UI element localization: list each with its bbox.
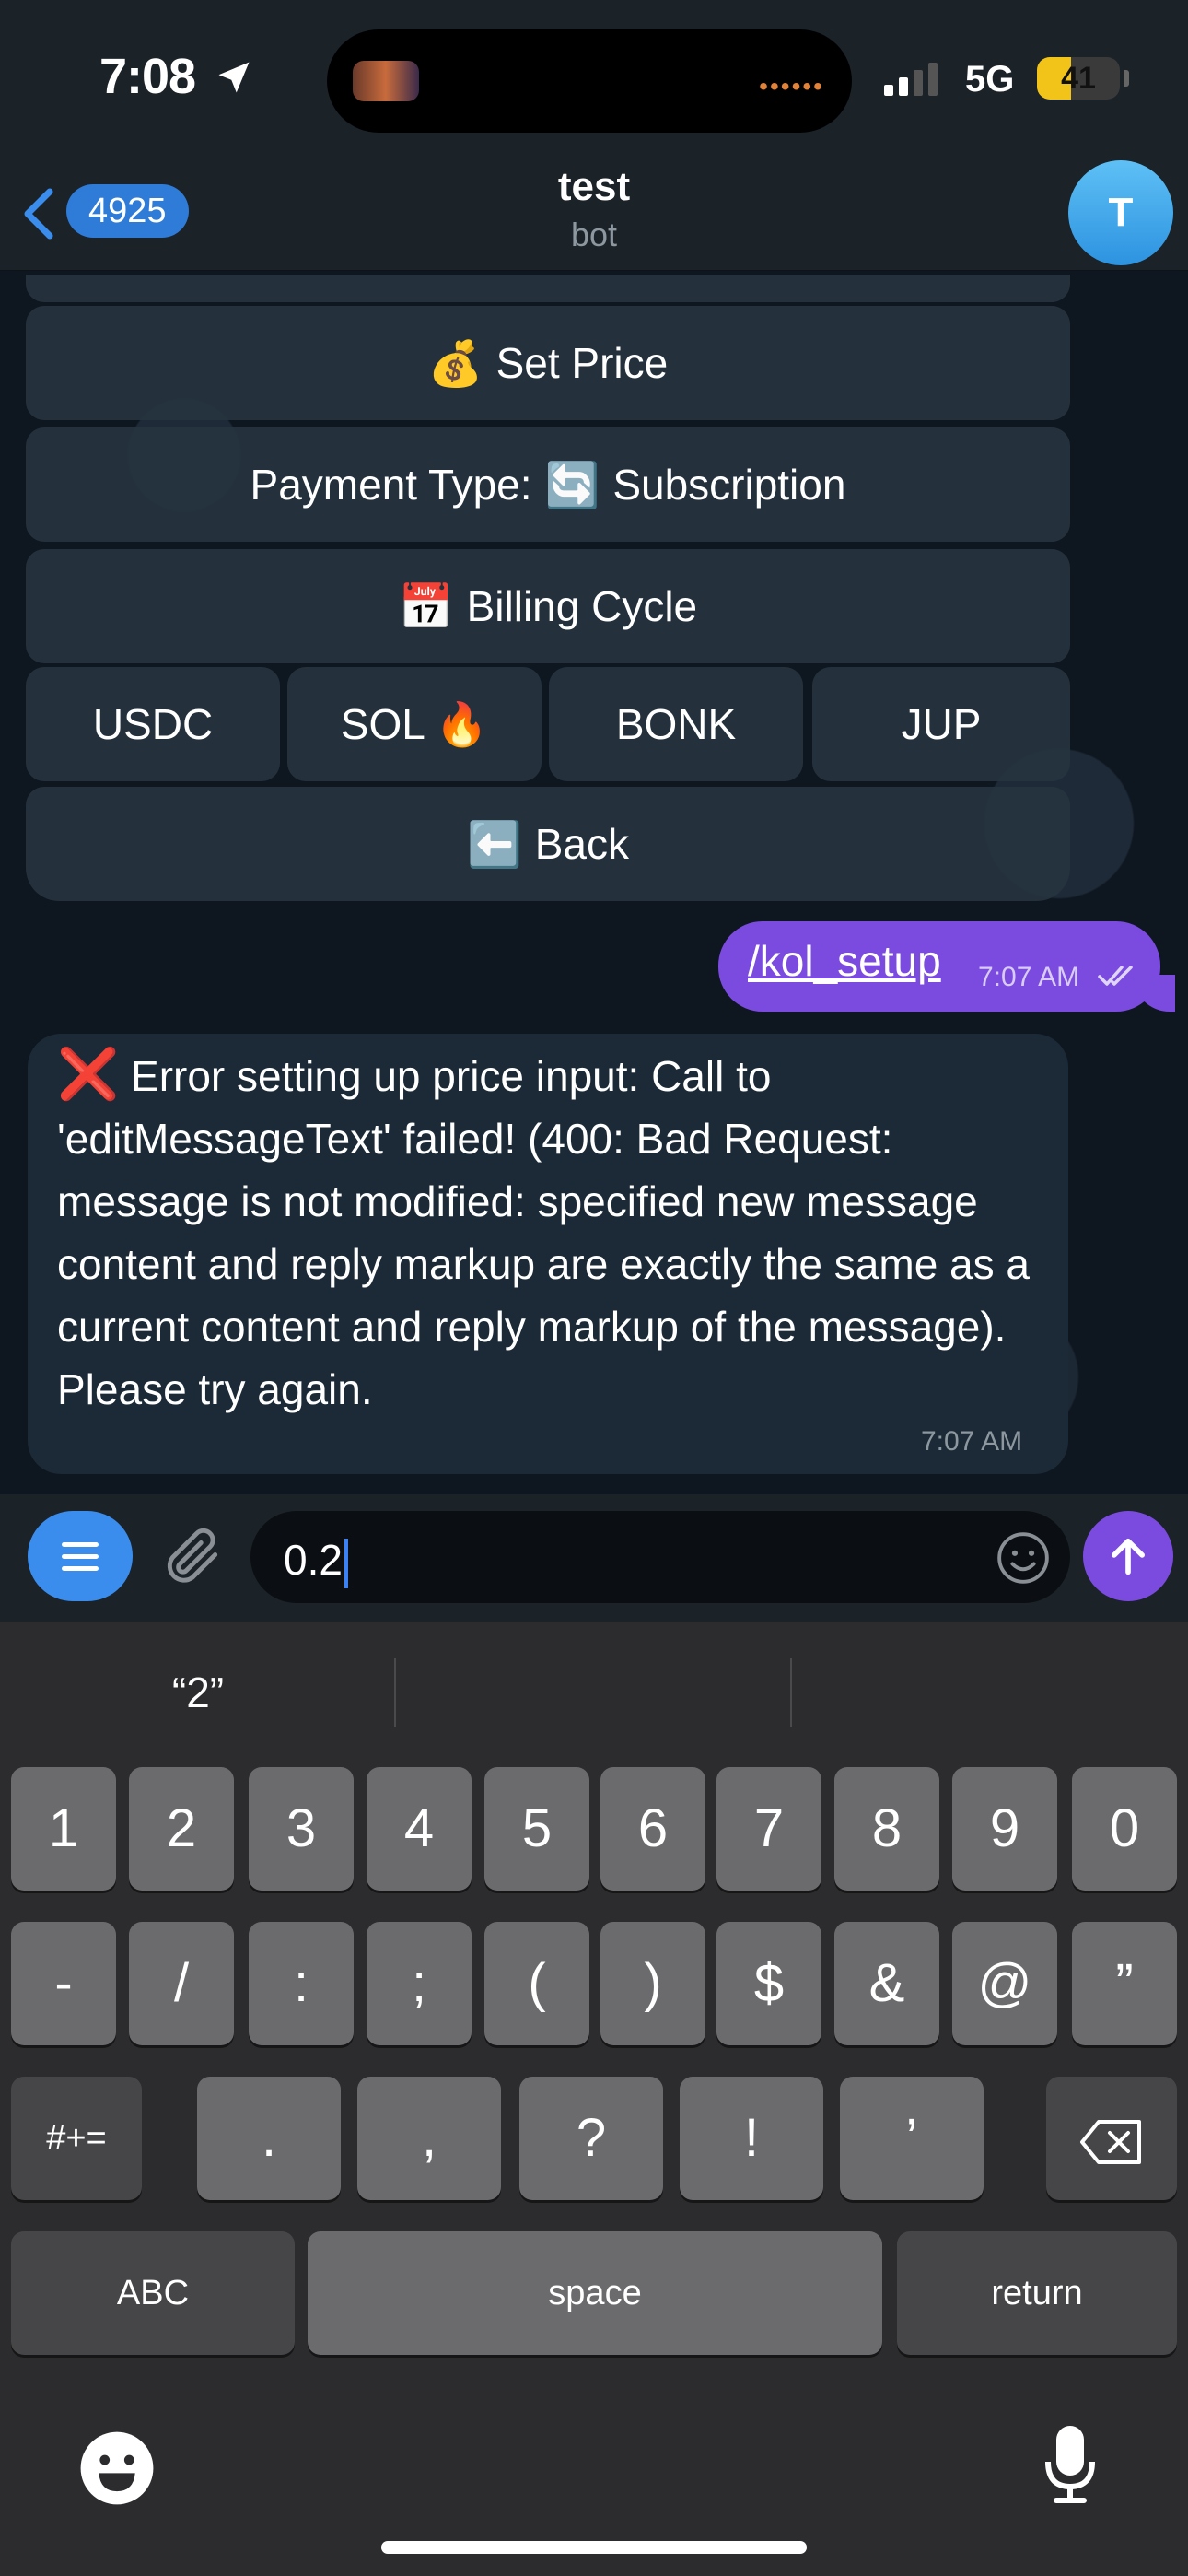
back-button[interactable]: ⬅️ Back bbox=[26, 787, 1070, 901]
payment-type-button[interactable]: Payment Type: 🔄 Subscription bbox=[26, 427, 1070, 542]
key-period[interactable]: . bbox=[197, 2077, 341, 2200]
token-usdc-button[interactable]: USDC bbox=[26, 667, 280, 781]
media-thumbnail bbox=[353, 61, 419, 101]
key-backspace[interactable] bbox=[1046, 2077, 1177, 2200]
emoji-keyboard-icon[interactable] bbox=[77, 2429, 157, 2508]
cellular-signal-icon bbox=[884, 63, 938, 96]
sticker-emoji-icon[interactable] bbox=[995, 1529, 1052, 1587]
key-dollar[interactable]: $ bbox=[716, 1922, 821, 2045]
status-time: 7:08 bbox=[99, 49, 196, 104]
left-arrow-icon: ⬅️ bbox=[466, 820, 522, 870]
battery-cap bbox=[1124, 70, 1129, 87]
token-sol-button[interactable]: SOL 🔥 bbox=[287, 667, 542, 781]
chat-header: 4925 test bot T bbox=[0, 157, 1188, 271]
refresh-icon: 🔄 bbox=[544, 461, 600, 510]
key-return[interactable]: return bbox=[897, 2231, 1177, 2355]
token-bonk-button[interactable]: BONK bbox=[549, 667, 803, 781]
key-question[interactable]: ? bbox=[519, 2077, 663, 2200]
home-indicator[interactable] bbox=[381, 2541, 807, 2554]
key-slash[interactable]: / bbox=[129, 1922, 234, 2045]
key-5[interactable]: 5 bbox=[484, 1767, 589, 1891]
key-close-paren[interactable]: ) bbox=[600, 1922, 705, 2045]
backspace-icon bbox=[1080, 2119, 1141, 2164]
message-time: 7:07 AM bbox=[921, 1426, 1023, 1457]
text-caret bbox=[344, 1538, 348, 1588]
payment-type-label: Payment Type: bbox=[250, 461, 532, 509]
key-hyphen[interactable]: - bbox=[11, 1922, 116, 2045]
paperclip-icon[interactable] bbox=[158, 1522, 227, 1590]
error-message-body: Error setting up price input: Call to 'e… bbox=[57, 1052, 1031, 1413]
chat-title[interactable]: test bbox=[0, 164, 1188, 210]
key-abc[interactable]: ABC bbox=[11, 2231, 295, 2355]
battery-icon: 41 bbox=[1037, 57, 1120, 100]
key-apostrophe[interactable]: ’ bbox=[840, 2077, 984, 2200]
chat-subtitle: bot bbox=[570, 216, 618, 253]
status-bar: 7:08 •••••• 5G 41 bbox=[0, 0, 1188, 157]
suggestion-divider bbox=[394, 1658, 396, 1727]
key-exclamation[interactable]: ! bbox=[680, 2077, 823, 2200]
key-1[interactable]: 1 bbox=[11, 1767, 116, 1891]
token-jup-button[interactable]: JUP bbox=[812, 667, 1070, 781]
inline-button-partial[interactable] bbox=[26, 275, 1070, 302]
key-quote[interactable]: ” bbox=[1072, 1922, 1177, 2045]
message-input[interactable]: 0.2 bbox=[250, 1511, 1070, 1603]
payment-type-value: Subscription bbox=[612, 461, 846, 509]
command-link[interactable]: /kol_setup bbox=[748, 936, 941, 986]
key-symbols-toggle[interactable]: #+= bbox=[11, 2077, 142, 2200]
read-checkmarks-icon bbox=[1098, 966, 1133, 986]
key-at[interactable]: @ bbox=[952, 1922, 1057, 2045]
location-arrow-icon bbox=[218, 62, 250, 93]
set-price-label: Set Price bbox=[495, 339, 669, 387]
key-3[interactable]: 3 bbox=[249, 1767, 354, 1891]
avatar[interactable]: T bbox=[1068, 160, 1173, 265]
key-9[interactable]: 9 bbox=[952, 1767, 1057, 1891]
bot-menu-button[interactable] bbox=[28, 1511, 133, 1601]
key-2[interactable]: 2 bbox=[129, 1767, 234, 1891]
dictation-mic-icon[interactable] bbox=[1042, 2423, 1098, 2506]
key-space[interactable]: space bbox=[308, 2231, 882, 2355]
network-type: 5G bbox=[965, 59, 1015, 100]
dynamic-island[interactable]: •••••• bbox=[327, 29, 852, 133]
error-message-text: ❌ Error setting up price input: Call to … bbox=[57, 1043, 1052, 1421]
billing-cycle-button[interactable]: 📅 Billing Cycle bbox=[26, 549, 1070, 663]
key-ampersand[interactable]: & bbox=[834, 1922, 939, 2045]
key-6[interactable]: 6 bbox=[600, 1767, 705, 1891]
key-semicolon[interactable]: ; bbox=[367, 1922, 472, 2045]
cross-mark-icon: ❌ bbox=[57, 1047, 120, 1102]
key-0[interactable]: 0 bbox=[1072, 1767, 1177, 1891]
arrow-up-icon bbox=[1112, 1538, 1145, 1575]
message-time: 7:07 AM bbox=[978, 962, 1080, 992]
predictive-bar: “2” bbox=[0, 1622, 1188, 1758]
battery-level: 41 bbox=[1061, 61, 1096, 96]
key-7[interactable]: 7 bbox=[716, 1767, 821, 1891]
send-button[interactable] bbox=[1083, 1511, 1173, 1601]
suggestion-1[interactable]: “2” bbox=[0, 1668, 396, 1717]
back-label: Back bbox=[534, 820, 630, 868]
message-input-value[interactable]: 0.2 bbox=[284, 1535, 348, 1588]
set-price-button[interactable]: 💰 Set Price bbox=[26, 306, 1070, 420]
key-open-paren[interactable]: ( bbox=[484, 1922, 589, 2045]
key-colon[interactable]: : bbox=[249, 1922, 354, 2045]
key-8[interactable]: 8 bbox=[834, 1767, 939, 1891]
message-composer: 0.2 bbox=[0, 1494, 1188, 1622]
suggestion-divider bbox=[790, 1658, 792, 1727]
billing-cycle-label: Billing Cycle bbox=[466, 582, 698, 630]
money-bag-icon: 💰 bbox=[427, 339, 483, 389]
calendar-icon: 📅 bbox=[398, 582, 454, 632]
audio-dots-icon: •••••• bbox=[759, 72, 824, 100]
key-4[interactable]: 4 bbox=[367, 1767, 472, 1891]
key-comma[interactable]: , bbox=[357, 2077, 501, 2200]
